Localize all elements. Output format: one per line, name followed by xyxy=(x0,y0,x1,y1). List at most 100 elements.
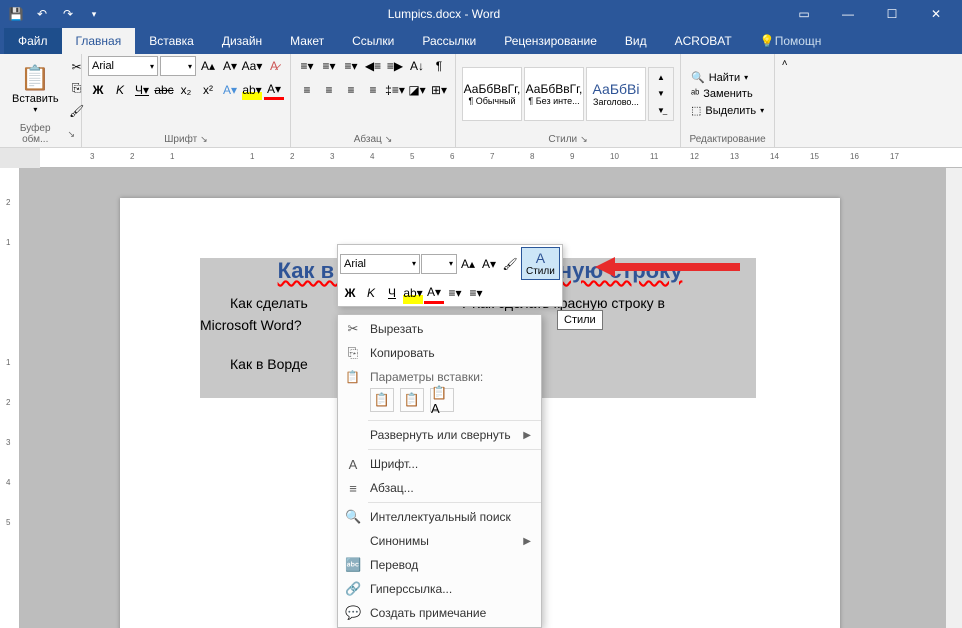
paste-options: 📋 📋 📋A xyxy=(338,386,541,418)
close-icon[interactable]: ✕ xyxy=(914,0,958,28)
numbering-icon[interactable]: ≡▾ xyxy=(319,56,339,76)
style-normal[interactable]: АаБбВвГг, ¶ Обычный xyxy=(462,67,522,121)
group-label: Шрифт xyxy=(164,134,197,145)
highlight-icon[interactable]: ab▾ xyxy=(242,80,262,100)
paste-text-only-icon[interactable]: 📋A xyxy=(430,388,454,412)
bullets-icon[interactable]: ≡▾ xyxy=(297,56,317,76)
replace-icon: ᵃᵇ xyxy=(691,88,699,100)
decrease-indent-icon[interactable]: ◀≡ xyxy=(363,56,383,76)
styles-scroll-up-icon[interactable]: ▲ xyxy=(651,70,671,84)
italic-button[interactable]: K xyxy=(110,80,130,100)
mini-font-color-icon[interactable]: A▾ xyxy=(424,282,444,304)
shading-icon[interactable]: ◪▾ xyxy=(407,80,427,100)
save-icon[interactable]: 💾 xyxy=(4,2,28,26)
select-button[interactable]: ⬚Выделить▾ xyxy=(691,104,764,117)
show-marks-icon[interactable]: ¶ xyxy=(429,56,449,76)
redo-icon[interactable]: ↷ xyxy=(56,2,80,26)
ctx-expand-collapse[interactable]: Развернуть или свернуть▶ xyxy=(338,423,541,447)
mini-highlight-icon[interactable]: ab▾ xyxy=(403,282,423,304)
font-size-combo[interactable]: ▾ xyxy=(160,56,196,76)
align-right-icon[interactable]: ≡ xyxy=(341,80,361,100)
ctx-paragraph[interactable]: ≡Абзац... xyxy=(338,476,541,500)
dialog-launcher-icon[interactable]: ↘ xyxy=(385,134,393,145)
borders-icon[interactable]: ⊞▾ xyxy=(429,80,449,100)
text-effects-icon[interactable]: A▾ xyxy=(220,80,240,100)
qat-customize-icon[interactable]: ▾ xyxy=(82,2,106,26)
tab-references[interactable]: Ссылки xyxy=(338,28,408,54)
ctx-paste-label: 📋Параметры вставки: xyxy=(338,365,541,386)
styles-more-icon[interactable]: ▼̲ xyxy=(651,104,671,118)
mini-bold-button[interactable]: Ж xyxy=(340,282,360,304)
underline-button[interactable]: Ч▾ xyxy=(132,80,152,100)
mini-bullets-icon[interactable]: ≡▾ xyxy=(445,282,465,304)
paste-merge-icon[interactable]: 📋 xyxy=(400,388,424,412)
horizontal-ruler[interactable]: 321 123 456 789 101112 131415 1617 xyxy=(40,148,962,168)
tab-design[interactable]: Дизайн xyxy=(208,28,276,54)
style-nospacing[interactable]: АаБбВвГг, ¶ Без инте... xyxy=(524,67,584,121)
tab-mailings[interactable]: Рассылки xyxy=(408,28,490,54)
ctx-smart-lookup[interactable]: 🔍Интеллектуальный поиск xyxy=(338,505,541,529)
paste-button[interactable]: 📋 Вставить ▾ xyxy=(6,60,65,118)
tab-home[interactable]: Главная xyxy=(62,28,136,54)
justify-icon[interactable]: ≡ xyxy=(363,80,383,100)
superscript-button[interactable]: x² xyxy=(198,80,218,100)
ctx-cut[interactable]: ✂Вырезать xyxy=(338,317,541,341)
multilevel-icon[interactable]: ≡▾ xyxy=(341,56,361,76)
styles-scroll-down-icon[interactable]: ▼ xyxy=(651,87,671,101)
mini-grow-font-icon[interactable]: A▴ xyxy=(458,253,478,275)
find-button[interactable]: 🔍Найти▾ xyxy=(691,71,764,84)
vertical-scrollbar[interactable] xyxy=(946,168,962,628)
subscript-button[interactable]: x₂ xyxy=(176,80,196,100)
align-left-icon[interactable]: ≡ xyxy=(297,80,317,100)
sort-icon[interactable]: A↓ xyxy=(407,56,427,76)
grow-font-icon[interactable]: A▴ xyxy=(198,56,218,76)
align-center-icon[interactable]: ≡ xyxy=(319,80,339,100)
strike-button[interactable]: abc xyxy=(154,80,174,100)
replace-button[interactable]: ᵃᵇЗаменить xyxy=(691,88,764,100)
ctx-hyperlink[interactable]: 🔗Гиперссылка... xyxy=(338,577,541,601)
increase-indent-icon[interactable]: ≡▶ xyxy=(385,56,405,76)
change-case-icon[interactable]: Aa▾ xyxy=(242,56,262,76)
tab-acrobat[interactable]: ACROBAT xyxy=(661,28,746,54)
mini-shrink-font-icon[interactable]: A▾ xyxy=(479,253,499,275)
dialog-launcher-icon[interactable]: ↘ xyxy=(200,134,208,145)
tab-insert[interactable]: Вставка xyxy=(135,28,208,54)
group-clipboard: 📋 Вставить ▾ ✂ ⎘ 🖌 Буфер обм...↘ xyxy=(0,54,82,147)
paste-keep-source-icon[interactable]: 📋 xyxy=(370,388,394,412)
mini-format-painter-icon[interactable]: 🖌 xyxy=(500,253,520,275)
clear-format-icon[interactable]: A̷ xyxy=(264,56,284,76)
ctx-translate[interactable]: 🔤Перевод xyxy=(338,553,541,577)
collapse-ribbon-icon[interactable]: ˄ xyxy=(782,58,788,69)
bold-button[interactable]: Ж xyxy=(88,80,108,100)
mini-styles-button[interactable]: A Стили xyxy=(521,247,560,280)
undo-icon[interactable]: ↶ xyxy=(30,2,54,26)
ribbon-options-icon[interactable]: ▭ xyxy=(782,0,826,28)
ctx-comment[interactable]: 💬Создать примечание xyxy=(338,601,541,625)
mini-italic-button[interactable]: K xyxy=(361,282,381,304)
paste-icon: 📋 xyxy=(20,64,50,93)
tab-layout[interactable]: Макет xyxy=(276,28,338,54)
ruler-area: 321 123 456 789 101112 131415 1617 xyxy=(0,148,962,168)
copy-icon: ⎘ xyxy=(345,345,361,361)
tab-view[interactable]: Вид xyxy=(611,28,661,54)
maximize-icon[interactable]: ☐ xyxy=(870,0,914,28)
tab-review[interactable]: Рецензирование xyxy=(490,28,611,54)
mini-numbering-icon[interactable]: ≡▾ xyxy=(466,282,486,304)
line-spacing-icon[interactable]: ‡≡▾ xyxy=(385,80,405,100)
minimize-icon[interactable]: — xyxy=(826,0,870,28)
mini-font-size[interactable]: ▾ xyxy=(421,254,457,274)
mini-underline-button[interactable]: Ч xyxy=(382,282,402,304)
font-color-icon[interactable]: A▾ xyxy=(264,80,284,100)
dialog-launcher-icon[interactable]: ↘ xyxy=(580,134,588,145)
dialog-launcher-icon[interactable]: ↘ xyxy=(67,129,75,140)
ctx-synonyms[interactable]: Синонимы▶ xyxy=(338,529,541,553)
mini-font-name[interactable]: Arial▾ xyxy=(340,254,420,274)
ctx-copy[interactable]: ⎘Копировать xyxy=(338,341,541,365)
vertical-ruler[interactable]: 2 1 1 2 3 4 5 xyxy=(0,168,20,628)
tell-me[interactable]: 💡 Помощн xyxy=(746,28,836,54)
shrink-font-icon[interactable]: A▾ xyxy=(220,56,240,76)
tab-file[interactable]: Файл xyxy=(4,28,62,54)
ctx-font[interactable]: AШрифт... xyxy=(338,452,541,476)
style-heading1[interactable]: АаБбВі Заголово... xyxy=(586,67,646,121)
font-name-combo[interactable]: Arial▾ xyxy=(88,56,158,76)
